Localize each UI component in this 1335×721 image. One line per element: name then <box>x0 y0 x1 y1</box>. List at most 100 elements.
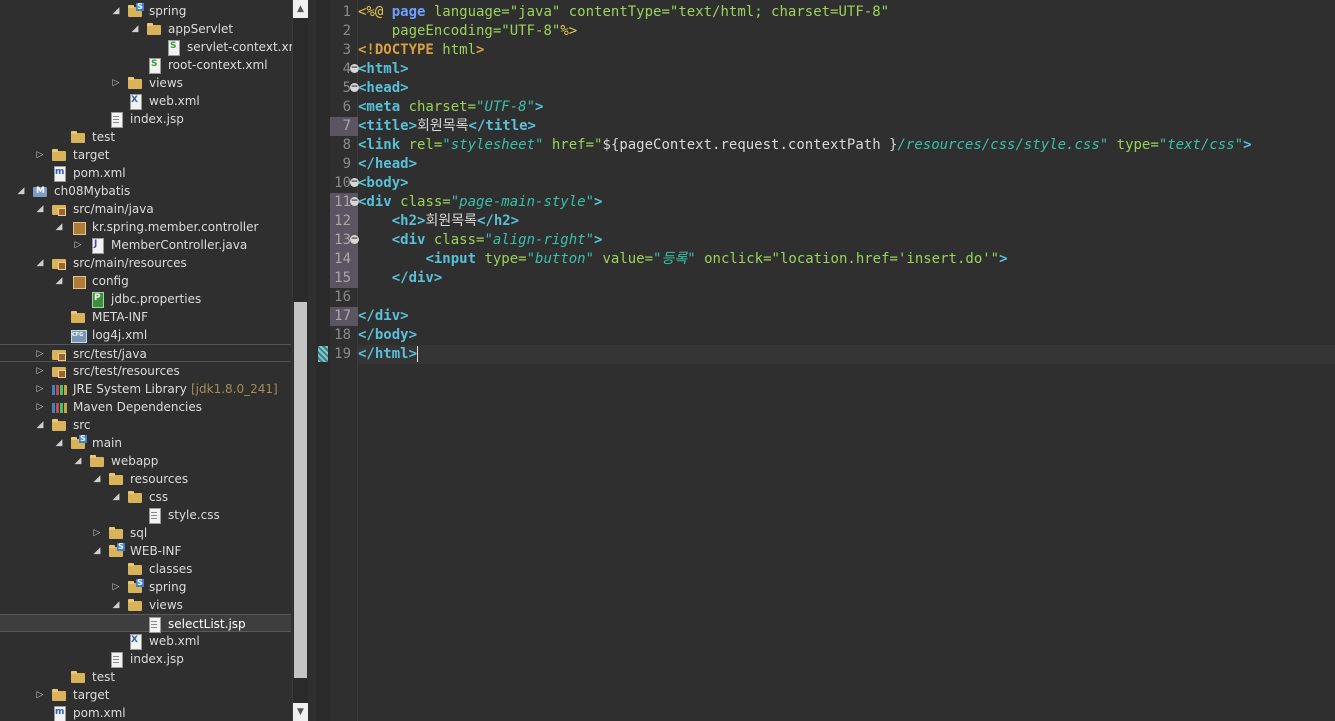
tree-item[interactable]: ◢ webapp <box>0 452 291 470</box>
code-line[interactable]: </div> <box>358 269 1335 288</box>
tree-item[interactable]: test <box>0 668 291 686</box>
tree-item[interactable]: ▷ Sspring <box>0 578 291 596</box>
collapsed-arrow-icon[interactable]: ▷ <box>34 362 46 380</box>
tree-item[interactable]: selectList.jsp <box>0 614 291 633</box>
expanded-arrow-icon[interactable]: ◢ <box>110 2 122 20</box>
collapsed-arrow-icon[interactable]: ▷ <box>34 686 46 704</box>
tree-item[interactable]: pom.xml <box>0 704 291 721</box>
collapsed-arrow-icon[interactable]: ▷ <box>34 380 46 398</box>
tree-item[interactable]: ▷ target <box>0 146 291 164</box>
code-line[interactable]: <input type="button" value="등록" onclick=… <box>358 250 1335 269</box>
scroll-down-icon[interactable]: ▼ <box>293 703 308 721</box>
scrollbar-thumb[interactable] <box>294 302 307 678</box>
expanded-arrow-icon[interactable]: ◢ <box>34 200 46 218</box>
code-line[interactable]: <!DOCTYPE html> <box>358 41 1335 60</box>
collapsed-arrow-icon[interactable]: ▷ <box>34 398 46 416</box>
tree-item-label: config <box>92 274 129 288</box>
tree-item[interactable]: ▷ target <box>0 686 291 704</box>
tree-item[interactable]: ▷ views <box>0 74 291 92</box>
tree-item[interactable]: ▷ src/test/java <box>0 344 291 362</box>
tree-item[interactable]: ◢ src/main/resources <box>0 254 291 272</box>
expanded-arrow-icon[interactable]: ◢ <box>110 596 122 614</box>
code-line[interactable]: <link rel="stylesheet" href="${pageConte… <box>358 136 1335 155</box>
tree-item[interactable]: ◢ appServlet <box>0 20 291 38</box>
code-editor[interactable]: 1 2 3 4−5−6 7 8 9 10−11−12 13−14 15 16 17 18 19 <%@ p… <box>316 0 1335 721</box>
code-line[interactable]: <%@ page language="java" contentType="te… <box>358 3 1335 22</box>
code-token: > <box>594 194 603 210</box>
tree-item[interactable]: ◢ resources <box>0 470 291 488</box>
code-line[interactable]: </div> <box>358 307 1335 326</box>
code-line[interactable]: <body> <box>358 174 1335 193</box>
expanded-arrow-icon[interactable]: ◢ <box>53 434 65 452</box>
collapsed-arrow-icon[interactable]: ▷ <box>34 146 46 164</box>
code-line[interactable]: pageEncoding="UTF-8"%> <box>358 22 1335 41</box>
code-line[interactable]: </head> <box>358 155 1335 174</box>
code-token: <%@ <box>358 4 392 20</box>
tree-item[interactable]: ◢ kr.spring.member.controller <box>0 218 291 236</box>
tree-item[interactable]: index.jsp <box>0 650 291 668</box>
code-line[interactable]: </body> <box>358 326 1335 345</box>
code-line[interactable]: <h2>회원목록</h2> <box>358 212 1335 231</box>
tree-item[interactable]: ▷ JRE System Library [jdk1.8.0_241] <box>0 380 291 398</box>
collapsed-arrow-icon[interactable]: ▷ <box>72 236 84 254</box>
tree-item[interactable]: web.xml <box>0 92 291 110</box>
tree-item[interactable]: ▷ src/test/resources <box>0 362 291 380</box>
tree-item[interactable]: ◢ Smain <box>0 434 291 452</box>
code-line[interactable]: <div class="align-right"> <box>358 231 1335 250</box>
expanded-arrow-icon[interactable]: ◢ <box>53 218 65 236</box>
tree-item[interactable]: ◢ config <box>0 272 291 290</box>
explorer-scrollbar[interactable]: ▲ ▼ <box>292 0 308 721</box>
code-line[interactable]: <meta charset="UTF-8"> <box>358 98 1335 117</box>
collapsed-arrow-icon[interactable]: ▷ <box>110 74 122 92</box>
tree-item[interactable]: index.jsp <box>0 110 291 128</box>
tree-item[interactable]: jdbc.properties <box>0 290 291 308</box>
expanded-arrow-icon[interactable]: ◢ <box>15 182 27 200</box>
tree-item[interactable]: pom.xml <box>0 164 291 182</box>
tree-item[interactable]: log4j.xml <box>0 326 291 344</box>
tree-item[interactable]: test <box>0 128 291 146</box>
code-token: "align-right" <box>484 232 595 248</box>
collapsed-arrow-icon[interactable]: ▷ <box>34 345 46 363</box>
springfolder-icon: S <box>70 435 87 450</box>
expanded-arrow-icon[interactable]: ◢ <box>34 254 46 272</box>
code-line[interactable]: <title>회원목록</title> <box>358 117 1335 136</box>
expanded-arrow-icon[interactable]: ◢ <box>91 542 103 560</box>
pom-icon <box>51 166 67 182</box>
expanded-arrow-icon[interactable]: ◢ <box>91 470 103 488</box>
tree-item[interactable]: ▷ Maven Dependencies <box>0 398 291 416</box>
expanded-arrow-icon[interactable]: ◢ <box>129 20 141 38</box>
scroll-up-icon[interactable]: ▲ <box>293 0 308 18</box>
code-line[interactable]: </html> <box>358 345 1335 364</box>
code-line[interactable]: <head> <box>358 79 1335 98</box>
tree-item[interactable]: ◢ S WEB-INF <box>0 542 291 560</box>
code-token: <meta <box>358 99 409 115</box>
tree-item[interactable]: ◢ src/main/java <box>0 200 291 218</box>
tree-item[interactable]: classes <box>0 560 291 578</box>
collapsed-arrow-icon[interactable]: ▷ <box>91 524 103 542</box>
code-line[interactable]: <html> <box>358 60 1335 79</box>
tree-item[interactable]: ◢ views <box>0 596 291 614</box>
expanded-arrow-icon[interactable]: ◢ <box>110 488 122 506</box>
code-token: rel= <box>408 137 443 153</box>
tree-item[interactable]: ▷ sql <box>0 524 291 542</box>
tree-item[interactable]: style.css <box>0 506 291 524</box>
expanded-arrow-icon[interactable]: ◢ <box>34 416 46 434</box>
tree-item[interactable]: ▷ MemberController.java <box>0 236 291 254</box>
tree-item[interactable]: web.xml <box>0 632 291 650</box>
text-cursor <box>417 346 419 362</box>
tree-item[interactable]: ◢ ch08Mybatis <box>0 182 291 200</box>
tree-item[interactable]: ◢ Sspring <box>0 2 291 20</box>
tree-item[interactable]: ◢ css <box>0 488 291 506</box>
code-line[interactable]: <div class="page-main-style"> <box>358 193 1335 212</box>
tree-item[interactable]: root-context.xml <box>0 56 291 74</box>
collapsed-arrow-icon[interactable]: ▷ <box>110 578 122 596</box>
code-area[interactable]: <%@ page language="java" contentType="te… <box>358 3 1335 364</box>
line-number: 19 <box>334 346 351 362</box>
tree-item[interactable]: servlet-context.xml <box>0 38 304 56</box>
code-line[interactable] <box>358 288 1335 307</box>
expanded-arrow-icon[interactable]: ◢ <box>72 452 84 470</box>
tree-item[interactable]: ◢ src <box>0 416 291 434</box>
tree-item[interactable]: META-INF <box>0 308 291 326</box>
expanded-arrow-icon[interactable]: ◢ <box>53 272 65 290</box>
